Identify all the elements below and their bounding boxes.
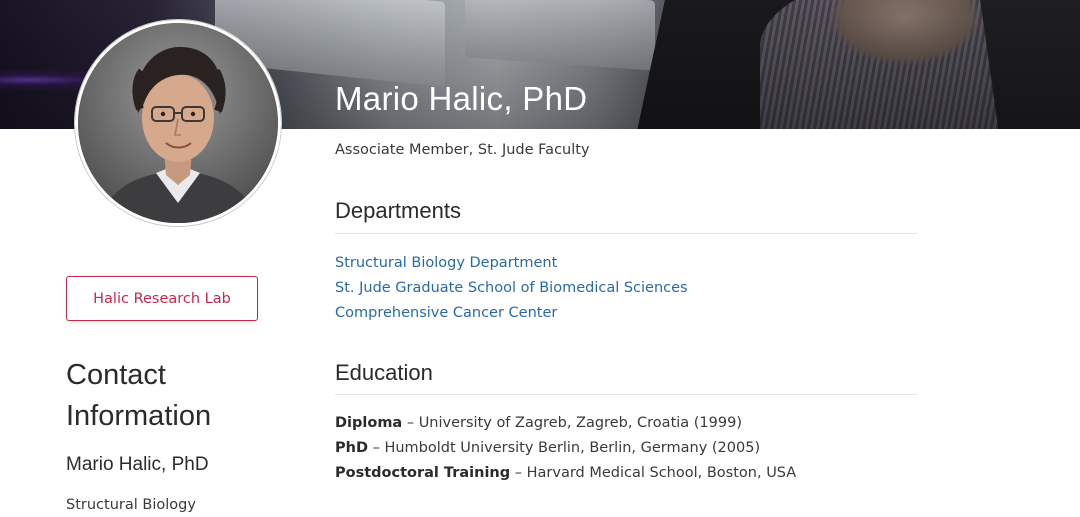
section-divider [335, 233, 917, 234]
education-item: Postdoctoral Training – Harvard Medical … [335, 464, 796, 489]
education-item: PhD – Humboldt University Berlin, Berlin… [335, 439, 796, 464]
education-degree: Postdoctoral Training [335, 465, 511, 481]
education-detail: Humboldt University Berlin, Berlin, Germ… [384, 440, 761, 456]
section-divider [335, 394, 917, 395]
department-link-structural-biology[interactable]: Structural Biology Department [335, 255, 557, 271]
contact-name: Mario Halic, PhD [66, 454, 209, 475]
education-separator: – [372, 440, 380, 456]
research-lab-button[interactable]: Halic Research Lab [66, 276, 258, 321]
list-item: Comprehensive Cancer Center [335, 303, 688, 328]
education-separator: – [514, 465, 522, 481]
page-title: Mario Halic, PhD [335, 80, 588, 117]
education-degree: Diploma [335, 415, 403, 431]
department-link-graduate-school[interactable]: St. Jude Graduate School of Biomedical S… [335, 280, 688, 296]
list-item: Structural Biology Department [335, 253, 688, 278]
department-link-cancer-center[interactable]: Comprehensive Cancer Center [335, 305, 557, 321]
education-degree: PhD [335, 440, 368, 456]
departments-list: Structural Biology Department St. Jude G… [335, 253, 688, 328]
list-item: St. Jude Graduate School of Biomedical S… [335, 278, 688, 303]
education-separator: – [406, 415, 415, 431]
education-detail: University of Zagreb, Zagreb, Croatia (1… [418, 415, 742, 431]
portrait-image [78, 23, 278, 223]
avatar [75, 20, 281, 226]
education-list: Diploma – University of Zagreb, Zagreb, … [335, 414, 796, 489]
education-heading: Education [335, 360, 433, 385]
departments-heading: Departments [335, 198, 461, 223]
contact-heading: Contact Information [66, 359, 212, 432]
faculty-title: Associate Member, St. Jude Faculty [335, 142, 590, 158]
contact-department: Structural Biology [66, 497, 196, 513]
education-item: Diploma – University of Zagreb, Zagreb, … [335, 414, 796, 439]
education-detail: Harvard Medical School, Boston, USA [526, 465, 797, 481]
